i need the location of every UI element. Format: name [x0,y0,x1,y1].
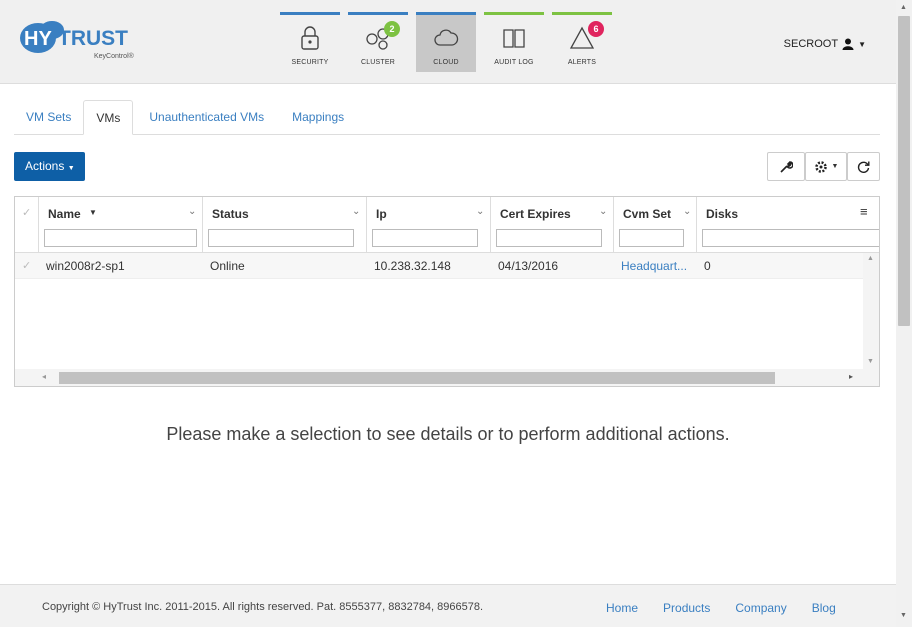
status-filter-input[interactable] [208,229,354,247]
top-header: HY TRUST KeyControl® SECURITY 2 CLUSTER [0,0,896,84]
cell-status: Online [210,259,245,273]
cvm-set-filter-input[interactable] [619,229,684,247]
scroll-down-arrow[interactable]: ▼ [867,358,874,365]
row-select-checkbox[interactable]: ✓ [15,253,39,279]
column-title: Name [48,207,81,221]
copyright-text: Copyright © HyTrust Inc. 2011-2015. All … [42,601,484,613]
nav-label: ALERTS [567,59,597,66]
tab-mappings[interactable]: Mappings [280,100,356,135]
main-nav: SECURITY 2 CLUSTER CLOUD AUDIT LOG 6 ALE… [280,12,612,72]
footer-links: Home Products Company Blog [606,601,836,615]
checkmark-icon: ✓ [22,207,32,219]
tab-vms[interactable]: VMs [83,100,134,135]
sort-desc-icon: ▼ [89,208,97,217]
user-menu[interactable]: SECROOT ▼ [784,38,866,50]
tools-button[interactable] [767,152,805,181]
column-header-status[interactable]: Status ⌄ [203,197,367,252]
cell-cert-expires: 04/13/2016 [498,259,559,273]
wrench-icon [780,160,793,173]
cell-cvm-set-link[interactable]: Headquart... [614,253,697,279]
nav-cluster[interactable]: 2 CLUSTER [348,12,408,72]
column-title: Ip [376,207,387,221]
footer-link-home[interactable]: Home [606,601,638,615]
nav-alerts[interactable]: 6 ALERTS [552,12,612,72]
chevron-down-icon[interactable]: ⌄ [352,206,360,217]
chevron-down-icon[interactable]: ⌄ [476,206,484,217]
scroll-up-arrow[interactable]: ▲ [867,255,874,262]
cert-expires-filter-input[interactable] [496,229,602,247]
cell-name: win2008r2-sp1 [46,259,125,273]
selection-prompt: Please make a selection to see details o… [166,424,730,444]
table-row[interactable]: ✓ win2008r2-sp1 Online 10.238.32.148 04/… [15,253,865,279]
cluster-count-badge: 2 [384,21,400,37]
page-footer: Copyright © HyTrust Inc. 2011-2015. All … [0,584,896,627]
username: SECROOT [783,38,839,50]
caret-down-icon: ▼ [831,163,839,170]
nav-cloud[interactable]: CLOUD [416,12,476,72]
svg-text:TRUST: TRUST [58,27,128,50]
refresh-icon [857,161,870,173]
column-header-disks[interactable]: Disks ≡ [697,197,879,252]
product-name: KeyControl® [94,53,134,60]
cloud-icon [434,29,459,46]
nav-security[interactable]: SECURITY [280,12,340,72]
svg-text:HY: HY [24,28,52,50]
scrollbar-thumb[interactable] [59,372,775,384]
column-header-ip[interactable]: Ip ⌄ [367,197,491,252]
page-scrollbar[interactable]: ▲ ▼ [896,0,912,627]
column-title: Cvm Set [623,207,672,221]
actions-label: Actions [25,159,65,173]
column-title: Disks [706,207,739,221]
alerts-count-badge: 6 [588,21,604,37]
name-filter-input[interactable] [44,229,197,247]
actions-button[interactable]: Actions ▼ [14,152,85,181]
disks-filter-input[interactable] [702,229,879,247]
footer-link-products[interactable]: Products [663,601,710,615]
settings-button[interactable]: ▼ [805,152,847,181]
chevron-down-icon[interactable]: ⌄ [599,206,607,217]
chevron-down-icon[interactable]: ⌄ [188,206,196,217]
cell-ip: 10.238.32.148 [374,259,451,273]
grid-vertical-scrollbar[interactable]: ▲ ▼ [863,253,879,369]
gear-icon [814,160,827,173]
tab-vm-sets[interactable]: VM Sets [14,100,83,135]
nav-label: CLUSTER [360,59,396,66]
column-title: Cert Expires [500,207,571,221]
column-header-cvm-set[interactable]: Cvm Set ⌄ [614,197,697,252]
footer-link-company[interactable]: Company [735,601,786,615]
vms-grid: ✓ Name ▼ ⌄ Status ⌄ Ip ⌄ Cert Expires ⌄ … [14,196,880,387]
nav-label: AUDIT LOG [494,59,534,66]
column-header-cert-expires[interactable]: Cert Expires ⌄ [491,197,614,252]
column-menu-icon[interactable]: ≡ [860,204,868,219]
book-icon [503,29,525,48]
vm-tabs: VM Sets VMs Unauthenticated VMs Mappings [14,100,880,135]
nav-audit-log[interactable]: AUDIT LOG [484,12,544,72]
scroll-right-arrow[interactable]: ▸ [849,372,853,381]
column-title: Status [212,207,249,221]
nav-label: CLOUD [433,59,459,66]
caret-down-icon: ▼ [858,39,866,49]
ip-filter-input[interactable] [372,229,478,247]
user-icon [842,38,854,50]
lock-icon [301,26,319,50]
cell-disks: 0 [704,259,711,273]
footer-link-blog[interactable]: Blog [812,601,836,615]
nav-label: SECURITY [291,59,329,66]
caret-down-icon: ▼ [67,165,75,172]
scroll-down-arrow[interactable]: ▼ [900,612,907,619]
hytrust-logo[interactable]: HY TRUST KeyControl® [18,20,143,65]
tab-unauthenticated-vms[interactable]: Unauthenticated VMs [137,100,276,135]
chevron-down-icon[interactable]: ⌄ [683,206,691,217]
select-all-column[interactable]: ✓ [15,197,39,252]
grid-horizontal-scrollbar[interactable]: ◂ ▸ [15,369,879,386]
page-scrollbar-thumb[interactable] [898,16,910,326]
scroll-left-arrow[interactable]: ◂ [42,372,46,381]
scroll-up-arrow[interactable]: ▲ [900,4,907,11]
refresh-button[interactable] [847,152,880,181]
column-header-name[interactable]: Name ▼ ⌄ [39,197,203,252]
